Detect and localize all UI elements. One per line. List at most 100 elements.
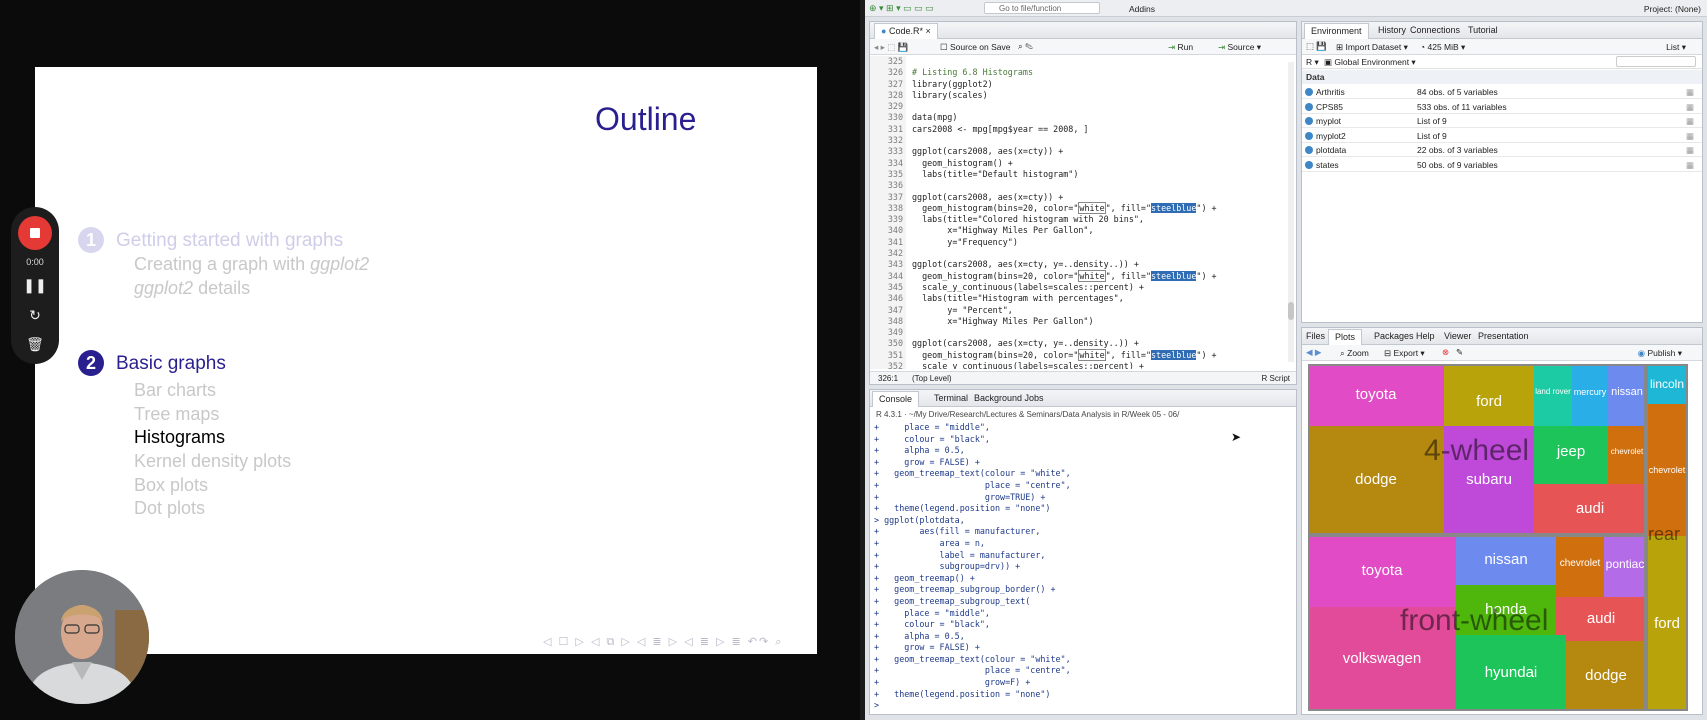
code-line[interactable]: geom_histogram(bins=20, color="white", f… (912, 269, 1217, 282)
code-line[interactable] (912, 135, 1217, 146)
environment-row[interactable]: myplot2 List of 9 ▦ (1302, 129, 1702, 143)
code-text[interactable]: # Listing 6.8 Histograms library(ggplot2)… (912, 56, 1217, 369)
scope-select[interactable]: ▣ Global Environment ▾ (1324, 57, 1416, 68)
source-on-save-checkbox[interactable]: ☐ Source on Save (940, 42, 1010, 53)
environment-row[interactable]: myplot List of 9 ▦ (1302, 114, 1702, 128)
code-line[interactable]: y="Frequency") (912, 237, 1217, 248)
expand-icon[interactable] (1305, 117, 1313, 125)
list-view-select[interactable]: List ▾ (1666, 42, 1686, 53)
remove-plot-icon[interactable]: ⊗ (1442, 347, 1449, 358)
code-line[interactable]: scale_y_continuous(labels=scales::percen… (912, 282, 1217, 293)
project-menu[interactable]: Project: (None) (1644, 4, 1701, 14)
tab-tutorial[interactable]: Tutorial (1468, 25, 1498, 35)
source-button[interactable]: ⇥ Source ▾ (1218, 42, 1261, 53)
publish-button[interactable]: ◉ Publish ▾ (1638, 348, 1682, 359)
environment-row[interactable]: CPS85 533 obs. of 11 variables ▦ (1302, 100, 1702, 114)
expand-icon[interactable] (1305, 160, 1313, 169)
environment-row[interactable]: states 50 obs. of 9 variables ▦ (1302, 158, 1702, 172)
tab-presentation[interactable]: Presentation (1478, 331, 1529, 341)
load-save-icons[interactable]: ⬚ 💾 (1306, 41, 1327, 52)
code-line[interactable]: # Listing 6.8 Histograms (912, 67, 1217, 78)
stop-recording-button[interactable] (18, 216, 52, 250)
code-line[interactable]: ggplot(cars2008, aes(x=cty, y=..density.… (912, 338, 1217, 349)
code-line[interactable]: library(scales) (912, 90, 1217, 101)
code-line[interactable]: ggplot(cars2008, aes(x=cty)) + (912, 146, 1217, 157)
code-line[interactable]: x="Highway Miles Per Gallon") (912, 316, 1217, 327)
file-type[interactable]: R Script (1262, 374, 1290, 383)
object-value: 84 obs. of 5 variables (1417, 87, 1498, 97)
editor-scrollbar[interactable] (1288, 62, 1294, 362)
search-icon[interactable]: ⌕ ✎ (1018, 41, 1033, 52)
view-table-icon[interactable]: ▦ (1686, 102, 1694, 113)
tab-history[interactable]: History (1378, 25, 1406, 35)
code-line[interactable]: x="Highway Miles Per Gallon", (912, 225, 1217, 236)
code-line[interactable] (912, 56, 1217, 67)
code-line[interactable]: labs(title="Default histogram") (912, 169, 1217, 180)
console-line: + place = "centre", (874, 665, 1071, 676)
expand-icon[interactable] (1305, 102, 1313, 111)
environment-search-input[interactable] (1616, 56, 1696, 67)
export-button[interactable]: ⊟ Export ▾ (1384, 348, 1425, 359)
expand-icon[interactable] (1305, 88, 1313, 96)
view-table-icon[interactable]: ▦ (1686, 160, 1694, 171)
addins-menu[interactable]: Addins (1129, 4, 1155, 14)
code-line[interactable]: geom_histogram(bins=20, color="white", f… (912, 348, 1217, 361)
code-line[interactable]: y= "Percent", (912, 305, 1217, 316)
code-editor[interactable]: 325 326 327 328 329 330 331 332 333 334 335 336 337 3… (870, 56, 1294, 369)
view-table-icon[interactable]: ▦ (1686, 145, 1694, 156)
console-output[interactable]: + place = "middle", + colour = "black", + … (874, 422, 1071, 712)
code-line[interactable]: labs(title="Colored histogram with 20 bi… (912, 214, 1217, 225)
import-dataset-button[interactable]: ⊞ Import Dataset ▾ (1336, 42, 1408, 53)
pause-icon[interactable]: ❚❚ (11, 277, 59, 294)
treemap-cell: audi (1534, 484, 1646, 534)
console-line: + area = n, (874, 537, 985, 548)
code-line[interactable] (912, 248, 1217, 259)
treemap-cell: ford (1646, 536, 1688, 711)
code-line[interactable]: cars2008 <- mpg[mpg$year == 2008, ] (912, 124, 1217, 135)
code-line[interactable]: geom_histogram() + (912, 158, 1217, 169)
memory-usage[interactable]: ◔ 425 MiB ▾ (1420, 42, 1465, 53)
tab-help[interactable]: Help (1416, 331, 1435, 341)
zoom-button[interactable]: ⌕ Zoom (1340, 348, 1369, 359)
tab-files[interactable]: Files (1306, 331, 1325, 341)
tab-terminal[interactable]: Terminal (934, 393, 968, 403)
section-2-item-current: Histograms (134, 427, 226, 447)
restart-icon[interactable]: ↻ (11, 307, 59, 324)
view-table-icon[interactable]: ▦ (1686, 87, 1694, 98)
environment-row[interactable]: Arthritis 84 obs. of 5 variables ▦ (1302, 85, 1702, 99)
view-table-icon[interactable]: ▦ (1686, 116, 1694, 127)
code-line[interactable]: library(ggplot2) (912, 79, 1217, 90)
new-file-icon[interactable]: ⊕ ▾ ⊞ ▾ ▭ ▭ ▭ (869, 3, 934, 14)
run-button[interactable]: ⇥ Run (1168, 42, 1193, 53)
tab-environment[interactable]: Environment (1304, 23, 1369, 39)
tab-packages[interactable]: Packages (1374, 331, 1414, 341)
trash-icon[interactable]: 🗑 (11, 336, 59, 353)
expand-icon[interactable] (1305, 146, 1313, 154)
broom-icon[interactable]: ✎ (1456, 347, 1463, 358)
tab-connections[interactable]: Connections (1410, 25, 1460, 35)
code-line[interactable] (912, 101, 1217, 112)
code-line[interactable]: labs(title="Histogram with percentages", (912, 293, 1217, 304)
view-table-icon[interactable]: ▦ (1686, 131, 1694, 142)
tab-console[interactable]: Console (872, 391, 920, 407)
scope-indicator[interactable]: (Top Level) (912, 374, 952, 383)
line-number: 345 (887, 281, 903, 292)
tab-plots[interactable]: Plots (1328, 329, 1363, 345)
code-line[interactable] (912, 327, 1217, 338)
expand-icon[interactable] (1305, 131, 1313, 140)
plot-nav-arrows[interactable]: ◀ ▶ (1306, 347, 1321, 358)
code-line[interactable]: ggplot(cars2008, aes(x=cty, y=..density.… (912, 259, 1217, 270)
language-select[interactable]: R ▾ (1306, 57, 1319, 68)
back-forward-icons[interactable]: ◂ ▸ ⬚ 💾 (874, 42, 908, 53)
code-line[interactable]: geom_histogram(bins=20, color="white", f… (912, 201, 1217, 214)
tab-background-jobs[interactable]: Background Jobs (974, 393, 1044, 403)
code-line[interactable]: data(mpg) (912, 112, 1217, 123)
tab-viewer[interactable]: Viewer (1444, 331, 1471, 341)
tab-code-r[interactable]: ● Code.R* × (874, 23, 938, 39)
code-line[interactable] (912, 180, 1217, 191)
beamer-navigation[interactable]: ◁ ☐ ▷ ◁ ⧉ ▷ ◁ ≣ ▷ ◁ ≣ ▷ ≣ ↶↷ ⌕ (543, 635, 783, 649)
code-line[interactable]: ggplot(cars2008, aes(x=cty)) + (912, 192, 1217, 203)
environment-row[interactable]: plotdata 22 obs. of 3 variables ▦ (1302, 143, 1702, 157)
goto-file-input[interactable]: Go to file/function (984, 2, 1100, 14)
code-line[interactable]: scale_y_continuous(labels=scales::percen… (912, 361, 1217, 369)
